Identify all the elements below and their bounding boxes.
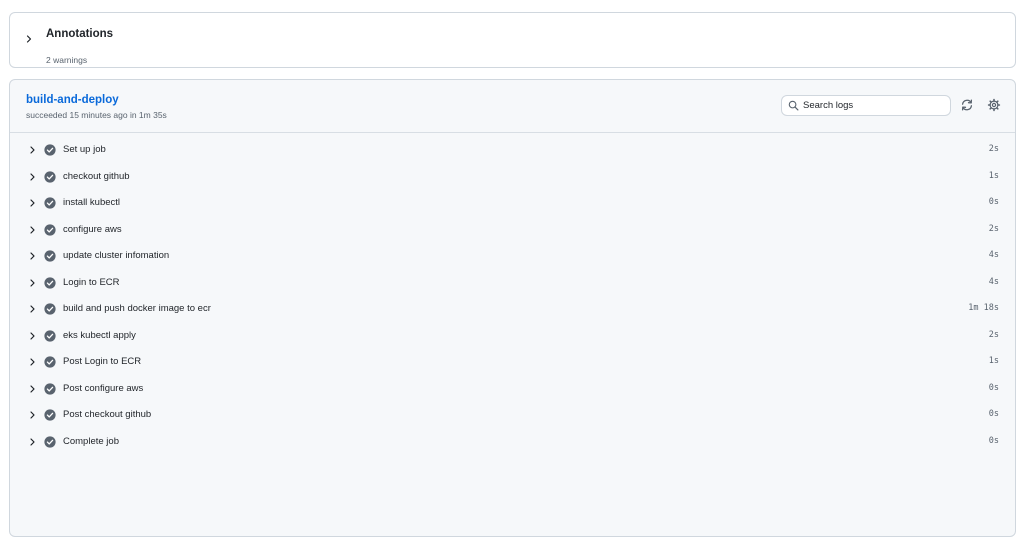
step-duration: 1m 18s: [968, 303, 999, 313]
annotations-panel[interactable]: Annotations 2 warnings: [9, 12, 1016, 68]
step-name: eks kubectl apply: [63, 329, 136, 341]
check-circle-fill-icon: [44, 329, 56, 342]
step-row[interactable]: configure aws 2s: [10, 217, 1015, 244]
chevron-right-icon[interactable]: [28, 437, 37, 447]
step-duration: 0s: [988, 409, 999, 419]
step-name: install kubectl: [63, 197, 121, 208]
step-row[interactable]: build and push docker image to ecr 1m 18s: [10, 296, 1015, 323]
step-row[interactable]: install kubectl 0s: [10, 190, 1015, 217]
step-duration: 1s: [988, 170, 999, 181]
step-name: Set up job: [63, 144, 106, 155]
chevron-right-icon[interactable]: [24, 34, 34, 44]
step-duration: 2s: [988, 223, 999, 234]
step-row[interactable]: checkout github 1s: [10, 164, 1015, 191]
step-duration: 0s: [988, 435, 999, 446]
check-circle-fill-icon: [44, 435, 56, 448]
step-row[interactable]: eks kubectl apply 2s: [10, 323, 1015, 350]
check-circle-fill-icon: [44, 197, 56, 209]
chevron-right-icon[interactable]: [28, 410, 37, 420]
step-row[interactable]: Login to ECR 4s: [10, 270, 1015, 297]
step-name: Post Login to ECR: [63, 356, 142, 367]
gear-icon[interactable]: [987, 98, 1001, 112]
job-status: succeeded 15 minutes ago in 1m 35s: [26, 110, 167, 120]
check-circle-fill-icon: [44, 276, 56, 289]
step-name: Complete job: [63, 435, 119, 447]
chevron-right-icon[interactable]: [28, 145, 37, 155]
step-duration: 1s: [988, 356, 999, 366]
step-name: Post configure aws: [63, 382, 144, 394]
step-duration: 2s: [988, 144, 999, 154]
check-circle-fill-icon: [44, 303, 56, 315]
step-name: checkout github: [63, 170, 130, 182]
step-row[interactable]: update cluster infomation 4s: [10, 243, 1015, 270]
check-circle-fill-icon: [44, 382, 56, 395]
chevron-right-icon[interactable]: [28, 357, 37, 367]
step-row[interactable]: Complete job 0s: [10, 429, 1015, 456]
job-name-link[interactable]: build-and-deploy: [26, 94, 119, 106]
step-row[interactable]: Post checkout github 0s: [10, 402, 1015, 429]
step-name: Login to ECR: [63, 276, 120, 288]
chevron-right-icon[interactable]: [28, 251, 37, 261]
step-duration: 2s: [988, 329, 999, 340]
step-name: Post checkout github: [63, 409, 152, 420]
step-name: configure aws: [63, 223, 122, 235]
job-panel: build-and-deploy succeeded 15 minutes ag…: [9, 79, 1016, 537]
chevron-right-icon[interactable]: [28, 225, 37, 235]
chevron-right-icon[interactable]: [28, 331, 37, 341]
step-name: update cluster infomation: [63, 250, 170, 261]
chevron-right-icon[interactable]: [28, 304, 37, 314]
chevron-right-icon[interactable]: [28, 172, 37, 182]
chevron-right-icon[interactable]: [28, 198, 37, 208]
chevron-right-icon[interactable]: [28, 384, 37, 394]
check-circle-fill-icon: [44, 356, 56, 368]
search-logs-input[interactable]: [803, 97, 947, 114]
sync-icon[interactable]: [960, 98, 974, 112]
check-circle-fill-icon: [44, 144, 56, 156]
check-circle-fill-icon: [44, 409, 56, 421]
step-row[interactable]: Post Login to ECR 1s: [10, 349, 1015, 376]
step-row[interactable]: Post configure aws 0s: [10, 376, 1015, 403]
step-duration: 4s: [988, 250, 999, 260]
check-circle-fill-icon: [44, 223, 56, 236]
step-duration: 4s: [988, 276, 999, 287]
step-list: Set up job 2s checkout github 1s install kub…: [10, 137, 1015, 455]
annotations-warning-count: 2 warnings: [46, 55, 88, 65]
check-circle-fill-icon: [44, 170, 56, 183]
step-row[interactable]: Set up job 2s: [10, 137, 1015, 164]
job-header: build-and-deploy succeeded 15 minutes ag…: [10, 80, 1015, 133]
search-icon: [788, 100, 799, 111]
step-duration: 0s: [988, 382, 999, 393]
step-duration: 0s: [988, 197, 999, 207]
search-box[interactable]: [781, 95, 951, 116]
step-name: build and push docker image to ecr: [63, 303, 211, 314]
chevron-right-icon[interactable]: [28, 278, 37, 288]
annotations-title: Annotations: [46, 28, 114, 40]
check-circle-fill-icon: [44, 250, 56, 262]
